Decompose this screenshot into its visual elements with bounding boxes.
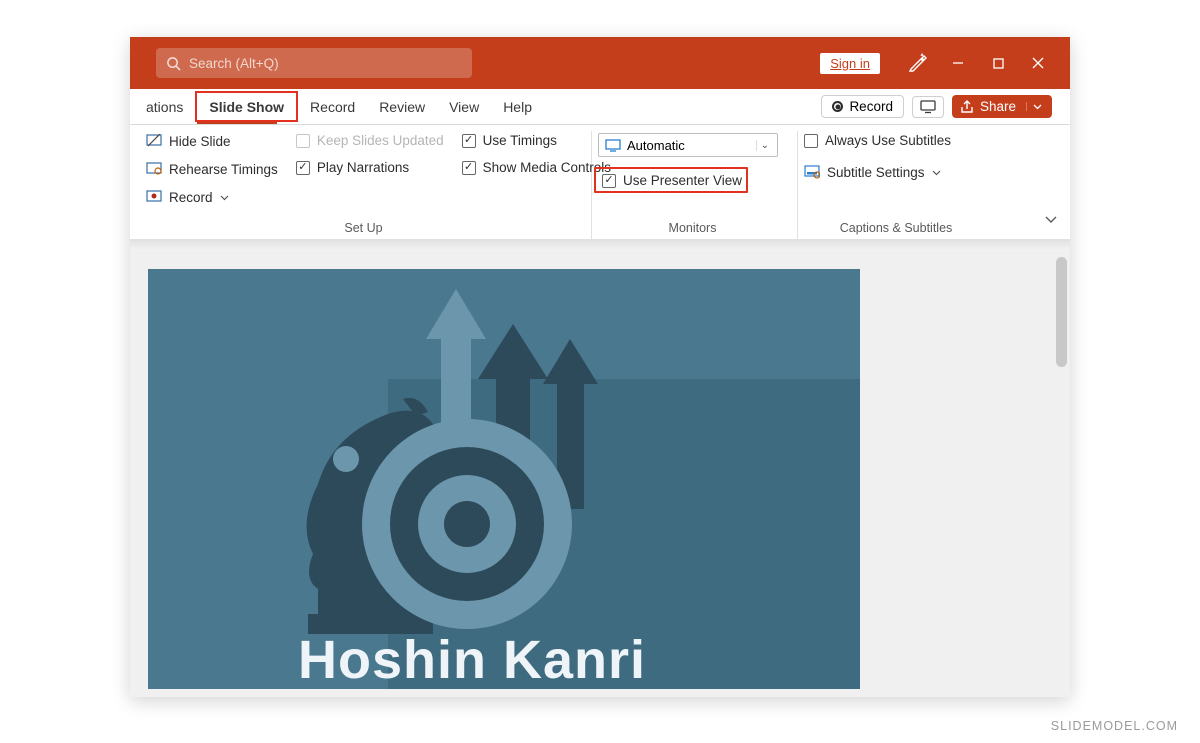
rehearse-icon xyxy=(146,161,162,177)
target-icon xyxy=(362,419,572,629)
slide: Hoshin Kanri xyxy=(148,269,860,689)
checkbox-icon xyxy=(296,161,310,175)
search-input[interactable]: Search (Alt+Q) xyxy=(156,48,472,78)
tab-slide-show[interactable]: Slide Show xyxy=(195,91,298,122)
ribbon: Hide Slide Rehearse Timings Record xyxy=(130,125,1070,239)
use-presenter-view-checkbox[interactable]: Use Presenter View xyxy=(602,173,774,188)
titlebar: Search (Alt+Q) Sign in xyxy=(130,37,1070,89)
presenter-icon xyxy=(920,100,936,114)
slide-title-text: Hoshin Kanri xyxy=(298,629,646,689)
record-dropdown[interactable]: Record xyxy=(146,189,278,205)
share-button-label: Share xyxy=(980,99,1016,114)
close-button[interactable] xyxy=(1018,43,1058,83)
tab-record[interactable]: Record xyxy=(298,89,367,124)
record-button-label: Record xyxy=(849,99,893,114)
checkbox-icon xyxy=(462,134,476,148)
share-icon xyxy=(960,100,974,114)
subtitle-settings-label: Subtitle Settings xyxy=(827,165,925,180)
scrollbar-thumb[interactable] xyxy=(1056,257,1067,367)
hide-slide-button[interactable]: Hide Slide xyxy=(146,133,278,149)
minimize-button[interactable] xyxy=(938,43,978,83)
ribbon-group-monitors: Automatic ⌄ Use Presenter View Monitors xyxy=(592,131,798,239)
subtitle-settings-dropdown[interactable]: Subtitle Settings xyxy=(804,164,951,180)
tab-view[interactable]: View xyxy=(437,89,491,124)
maximize-button[interactable] xyxy=(978,43,1018,83)
subtitle-icon xyxy=(804,164,820,180)
monitor-select[interactable]: Automatic ⌄ xyxy=(598,133,778,157)
rehearse-label: Rehearse Timings xyxy=(169,162,278,177)
chevron-down-icon[interactable] xyxy=(1026,102,1042,111)
play-narrations-checkbox[interactable]: Play Narrations xyxy=(296,160,444,175)
tab-animations-partial[interactable]: ations xyxy=(130,89,195,124)
present-button[interactable] xyxy=(912,96,944,118)
keep-updated-label: Keep Slides Updated xyxy=(317,133,444,148)
app-window: Search (Alt+Q) Sign in ations Slide Show… xyxy=(130,37,1070,697)
ribbon-collapse-button[interactable] xyxy=(1044,212,1058,231)
checkbox-icon xyxy=(804,134,818,148)
search-placeholder: Search (Alt+Q) xyxy=(189,56,279,71)
group-label-setup: Set Up xyxy=(146,218,581,239)
monitor-select-value: Automatic xyxy=(627,138,685,153)
use-timings-checkbox[interactable]: Use Timings xyxy=(462,133,611,148)
draw-mode-icon[interactable] xyxy=(898,43,938,83)
keep-slides-updated-checkbox: Keep Slides Updated xyxy=(296,133,444,148)
checkbox-icon xyxy=(462,161,476,175)
watermark: SLIDEMODEL.COM xyxy=(1051,719,1178,733)
record-button[interactable]: Record xyxy=(821,95,904,118)
monitor-icon xyxy=(605,139,621,152)
ribbon-shadow xyxy=(130,239,1070,251)
hide-slide-label: Hide Slide xyxy=(169,134,231,149)
always-use-subtitles-checkbox[interactable]: Always Use Subtitles xyxy=(804,133,951,148)
chevron-down-icon xyxy=(932,168,941,177)
presenter-view-label: Use Presenter View xyxy=(623,173,742,188)
group-label-captions: Captions & Subtitles xyxy=(804,218,988,239)
record-small-icon xyxy=(146,189,162,205)
workspace: Hoshin Kanri xyxy=(130,251,1070,697)
tab-help[interactable]: Help xyxy=(491,89,544,124)
share-button[interactable]: Share xyxy=(952,95,1052,118)
chevron-down-icon[interactable]: ⌄ xyxy=(756,140,773,151)
ribbon-group-setup: Hide Slide Rehearse Timings Record xyxy=(140,131,592,239)
group-label-monitors: Monitors xyxy=(598,218,787,239)
search-icon xyxy=(166,56,181,71)
show-media-controls-checkbox[interactable]: Show Media Controls xyxy=(462,160,611,175)
chevron-down-icon xyxy=(220,193,229,202)
rehearse-timings-button[interactable]: Rehearse Timings xyxy=(146,161,278,177)
signin-button[interactable]: Sign in xyxy=(820,53,880,74)
checkbox-icon xyxy=(602,174,616,188)
vertical-scrollbar[interactable] xyxy=(1052,251,1070,697)
hide-slide-icon xyxy=(146,133,162,149)
ribbon-tabs: ations Slide Show Record Review View Hel… xyxy=(130,89,1070,125)
play-narrations-label: Play Narrations xyxy=(317,160,409,175)
record-dot-icon xyxy=(832,101,843,112)
use-timings-label: Use Timings xyxy=(483,133,557,148)
ribbon-group-captions: Always Use Subtitles Subtitle Settings C… xyxy=(798,131,998,239)
checkbox-icon xyxy=(296,134,310,148)
record-small-label: Record xyxy=(169,190,213,205)
always-subtitles-label: Always Use Subtitles xyxy=(825,133,951,148)
slide-canvas-area[interactable]: Hoshin Kanri xyxy=(130,251,1052,697)
chevron-down-icon xyxy=(1044,212,1058,226)
tab-review[interactable]: Review xyxy=(367,89,437,124)
